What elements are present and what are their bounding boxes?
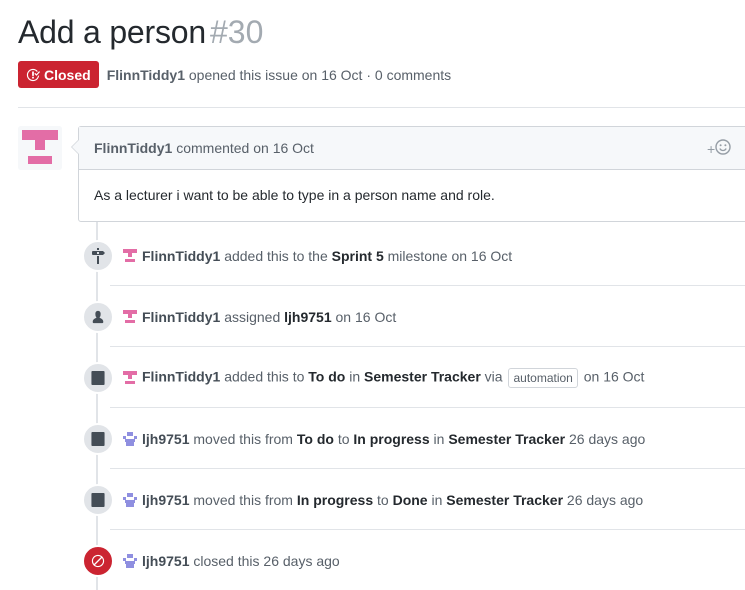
event-text: closed this 26 days ago — [193, 553, 340, 569]
timeline-event-text: FlinnTiddy1 assigned ljh9751 on 16 Oct — [142, 309, 396, 325]
timeline-event: FlinnTiddy1 added this to the Sprint 5 m… — [82, 240, 745, 272]
comment-author-link[interactable]: FlinnTiddy1 — [94, 140, 172, 156]
column-link[interactable]: In progress — [353, 431, 429, 447]
smiley-icon — [715, 139, 731, 158]
issue-meta-rest: opened this issue on 16 Oct · 0 comments — [188, 66, 452, 83]
timeline-separator — [110, 407, 745, 408]
event-text: moved this from — [193, 431, 293, 447]
status-badge-label: Closed — [44, 66, 91, 83]
comment-box: FlinnTiddy1 commented on 16 Oct + As a l… — [71, 126, 745, 222]
timeline-event-text: ljh9751 moved this from To do to In prog… — [142, 431, 645, 447]
person-icon — [82, 301, 114, 333]
add-reaction-button[interactable]: + — [707, 139, 731, 158]
avatar[interactable] — [122, 309, 138, 325]
timeline-event: FlinnTiddy1 assigned ljh9751 on 16 Oct — [82, 301, 745, 333]
comment-body: As a lecturer i want to be able to type … — [94, 187, 495, 203]
timeline-event-text: FlinnTiddy1 added this to To do in Semes… — [142, 368, 644, 388]
event-user-link[interactable]: ljh9751 — [142, 431, 189, 447]
event-text: added this to the — [224, 248, 328, 264]
comment-header: FlinnTiddy1 commented on 16 Oct + — [79, 127, 745, 170]
timeline-event-text: ljh9751 closed this 26 days ago — [142, 553, 340, 569]
event-text: in — [349, 368, 361, 385]
issue-author-link[interactable]: FlinnTiddy1 — [107, 67, 185, 83]
avatar[interactable] — [18, 126, 62, 170]
avatar[interactable] — [122, 431, 138, 447]
identicon-pink — [18, 126, 62, 170]
event-text: to — [337, 431, 350, 447]
event-text: on 16 Oct — [583, 368, 645, 385]
event-text: added this to — [224, 368, 305, 385]
project-link[interactable]: Semester Tracker — [446, 492, 563, 508]
timeline-separator — [110, 346, 745, 347]
column-link[interactable]: In progress — [297, 492, 373, 508]
timeline-event: ljh9751 closed this 26 days ago — [82, 545, 745, 577]
avatar[interactable] — [122, 553, 138, 569]
milestone-icon — [82, 240, 114, 272]
avatar[interactable] — [122, 248, 138, 264]
assignee-link[interactable]: ljh9751 — [284, 309, 331, 325]
circle-slash-icon — [82, 545, 114, 577]
avatar[interactable] — [122, 492, 138, 508]
timeline-line — [96, 222, 98, 590]
event-text: milestone on 16 Oct — [387, 248, 513, 264]
project-icon — [82, 423, 114, 455]
project-link[interactable]: Semester Tracker — [364, 369, 481, 385]
project-icon — [82, 484, 114, 516]
timeline-event: ljh9751 moved this from To do to In prog… — [82, 423, 745, 455]
event-user-link[interactable]: FlinnTiddy1 — [142, 309, 220, 325]
event-user-link[interactable]: ljh9751 — [142, 492, 189, 508]
timeline-separator — [110, 468, 745, 469]
issue-title: Add a person — [18, 14, 206, 50]
event-user-link[interactable]: ljh9751 — [142, 553, 189, 569]
timeline-event: ljh9751 moved this from In progress to D… — [82, 484, 745, 516]
status-badge: Closed — [18, 61, 99, 88]
column-link[interactable]: Done — [393, 492, 428, 508]
issue-number: #30 — [209, 14, 264, 50]
event-text: via — [484, 368, 503, 385]
event-text: in — [431, 492, 443, 508]
comment-header-rest: commented on 16 Oct — [176, 140, 314, 156]
timeline-separator — [110, 529, 745, 530]
avatar[interactable] — [122, 370, 138, 386]
event-text: on 16 Oct — [335, 309, 397, 325]
event-text: to — [377, 492, 389, 508]
event-text: moved this from — [193, 492, 293, 508]
issue-title-row: Add a person #30 — [18, 14, 263, 51]
timeline-separator — [110, 285, 745, 286]
issue-meta-text: FlinnTiddy1 opened this issue on 16 Oct … — [107, 67, 451, 83]
milestone-link[interactable]: Sprint 5 — [332, 248, 384, 264]
event-text: in — [433, 431, 445, 447]
header-divider — [18, 107, 745, 108]
event-text: assigned — [224, 309, 281, 325]
column-link[interactable]: To do — [297, 431, 334, 447]
timeline-event-text: ljh9751 moved this from In progress to D… — [142, 492, 643, 508]
issue-closed-icon — [26, 68, 40, 82]
event-text: 26 days ago — [566, 492, 644, 508]
issue-meta: Closed FlinnTiddy1 opened this issue on … — [18, 61, 451, 88]
event-user-link[interactable]: FlinnTiddy1 — [142, 248, 220, 264]
automation-label: automation — [508, 368, 578, 388]
timeline-event: FlinnTiddy1 added this to To do in Semes… — [82, 362, 745, 394]
project-link[interactable]: Semester Tracker — [448, 431, 565, 447]
project-icon — [82, 362, 114, 394]
reaction-plus: + — [707, 140, 716, 157]
column-link[interactable]: To do — [308, 369, 345, 385]
timeline-event-text: FlinnTiddy1 added this to the Sprint 5 m… — [142, 248, 512, 264]
event-text: 26 days ago — [568, 431, 646, 447]
event-user-link[interactable]: FlinnTiddy1 — [142, 369, 220, 385]
